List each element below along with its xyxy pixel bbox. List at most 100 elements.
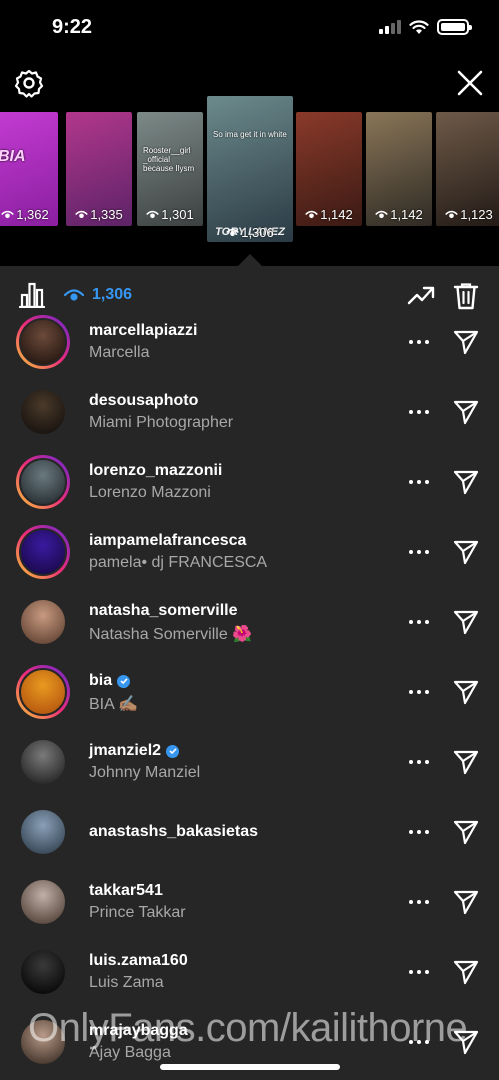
viewer-username[interactable]: bia (89, 672, 131, 690)
viewer-row[interactable]: luis.zama160 Luis Zama (0, 937, 499, 1007)
viewer-username[interactable]: iampamelafrancesca (89, 532, 246, 550)
more-options-icon[interactable] (409, 680, 429, 704)
viewer-username[interactable]: desousaphoto (89, 392, 198, 410)
send-message-icon[interactable] (453, 959, 479, 985)
send-message-icon[interactable] (453, 749, 479, 775)
avatar[interactable] (16, 945, 70, 999)
username-text: natasha_somerville (89, 602, 238, 619)
avatar[interactable] (16, 875, 70, 929)
more-options-icon[interactable] (409, 890, 429, 914)
status-time: 9:22 (52, 16, 93, 38)
viewer-row[interactable]: marcellapiazzi Marcella (0, 307, 499, 377)
more-options-icon[interactable] (409, 960, 429, 984)
viewer-row[interactable]: takkar541 Prince Takkar (0, 867, 499, 937)
story-thumbnail[interactable]: BIA 1,362 (0, 112, 58, 226)
selected-story-pointer (238, 254, 262, 266)
username-text: bia (89, 672, 113, 689)
story-thumbnail-strip[interactable]: BIA 1,362 1,335 Rooster__girl _official bec… (0, 96, 499, 266)
more-options-icon[interactable] (409, 610, 429, 634)
verified-badge-icon (117, 674, 131, 688)
eye-icon (445, 210, 459, 219)
viewer-username[interactable]: luis.zama160 (89, 952, 188, 970)
send-message-icon[interactable] (453, 679, 479, 705)
viewer-fullname: Prince Takkar (89, 904, 186, 921)
username-text: marcellapiazzi (89, 322, 198, 339)
story-view-count: 1,362 (16, 207, 49, 222)
story-view-count: 1,123 (460, 207, 493, 222)
story-views: 1,142 (366, 207, 432, 222)
close-icon[interactable] (455, 68, 485, 98)
viewer-row[interactable]: desousaphoto Miami Photographer (0, 377, 499, 447)
story-art-text: BIA (0, 148, 26, 165)
more-options-icon[interactable] (409, 540, 429, 564)
story-thumbnail[interactable]: 1,123 (436, 112, 499, 226)
insights-chart-icon[interactable] (18, 282, 46, 308)
username-text: jmanziel2 (89, 742, 162, 759)
viewer-list: marcellapiazzi Marcella desousaphoto Miami … (0, 307, 499, 1077)
viewer-fullname: BIA ✍🏽 (89, 696, 139, 713)
avatar[interactable] (16, 385, 70, 439)
more-options-icon[interactable] (409, 470, 429, 494)
settings-gear-icon[interactable] (14, 68, 44, 98)
story-thumbnail[interactable]: 1,142 (366, 112, 432, 226)
view-count: 1,306 (64, 286, 132, 304)
eye-icon (64, 289, 84, 301)
viewer-username[interactable]: anastashs_bakasietas (89, 823, 258, 841)
send-message-icon[interactable] (453, 469, 479, 495)
viewer-username[interactable]: jmanziel2 (89, 742, 180, 760)
status-bar: 9:22 (0, 0, 499, 56)
home-indicator[interactable] (160, 1064, 340, 1070)
story-view-count: 1,306 (241, 225, 274, 240)
eye-icon (375, 210, 389, 219)
viewer-fullname: Luis Zama (89, 974, 164, 991)
watermark: OnlyFans.com/kailithorne (28, 1006, 468, 1050)
viewer-username[interactable]: natasha_somerville (89, 602, 238, 620)
viewer-row[interactable]: anastashs_bakasietas (0, 797, 499, 867)
send-message-icon[interactable] (453, 609, 479, 635)
avatar[interactable] (16, 315, 70, 369)
send-message-icon[interactable] (453, 329, 479, 355)
avatar[interactable] (16, 735, 70, 789)
viewer-username[interactable]: marcellapiazzi (89, 322, 198, 340)
viewer-username[interactable]: takkar541 (89, 882, 163, 900)
more-options-icon[interactable] (409, 750, 429, 774)
send-message-icon[interactable] (453, 399, 479, 425)
trending-icon[interactable] (407, 284, 435, 306)
story-view-count: 1,142 (320, 207, 353, 222)
trash-icon[interactable] (453, 282, 479, 310)
viewer-row[interactable]: jmanziel2 Johnny Manziel (0, 727, 499, 797)
viewer-row[interactable]: iampamelafrancesca pamela• dj FRANCESCA (0, 517, 499, 587)
story-views: 1,301 (137, 207, 203, 222)
status-icons (379, 19, 472, 35)
send-message-icon[interactable] (453, 819, 479, 845)
send-message-icon[interactable] (453, 539, 479, 565)
story-views: 1,335 (66, 207, 132, 222)
avatar[interactable] (16, 665, 70, 719)
viewer-row[interactable]: bia BIA ✍🏽 (0, 657, 499, 727)
avatar[interactable] (16, 595, 70, 649)
view-count-value: 1,306 (92, 286, 133, 303)
viewer-username[interactable]: lorenzo_mazzonii (89, 462, 222, 480)
viewer-row[interactable]: natasha_somerville Natasha Somerville 🌺 (0, 587, 499, 657)
username-text: anastashs_bakasietas (89, 823, 258, 840)
viewers-panel: 1,306 marcellapiazzi Marcella desousaphoto… (0, 266, 499, 1080)
viewer-row[interactable]: lorenzo_mazzonii Lorenzo Mazzoni (0, 447, 499, 517)
story-thumbnail[interactable]: 1,142 (296, 112, 362, 226)
username-text: lorenzo_mazzonii (89, 462, 223, 479)
avatar[interactable] (16, 525, 70, 579)
avatar[interactable] (16, 805, 70, 859)
eye-icon (305, 210, 319, 219)
story-thumbnail[interactable]: So ima get it in white TORY LANEZ 1,306 (207, 96, 293, 242)
avatar[interactable] (16, 455, 70, 509)
more-options-icon[interactable] (409, 820, 429, 844)
username-text: iampamelafrancesca (89, 532, 247, 549)
battery-icon (437, 19, 472, 35)
viewer-fullname: Johnny Manziel (89, 764, 201, 781)
story-viewers-screen: 9:22 BIA 1,362 1,335 Rooster__girl _officia… (0, 0, 499, 1080)
story-views: 1,362 (0, 207, 58, 222)
more-options-icon[interactable] (409, 330, 429, 354)
story-thumbnail[interactable]: Rooster__girl _official because Ilysm 1,3… (137, 112, 203, 226)
more-options-icon[interactable] (409, 400, 429, 424)
story-thumbnail[interactable]: 1,335 (66, 112, 132, 226)
send-message-icon[interactable] (453, 889, 479, 915)
